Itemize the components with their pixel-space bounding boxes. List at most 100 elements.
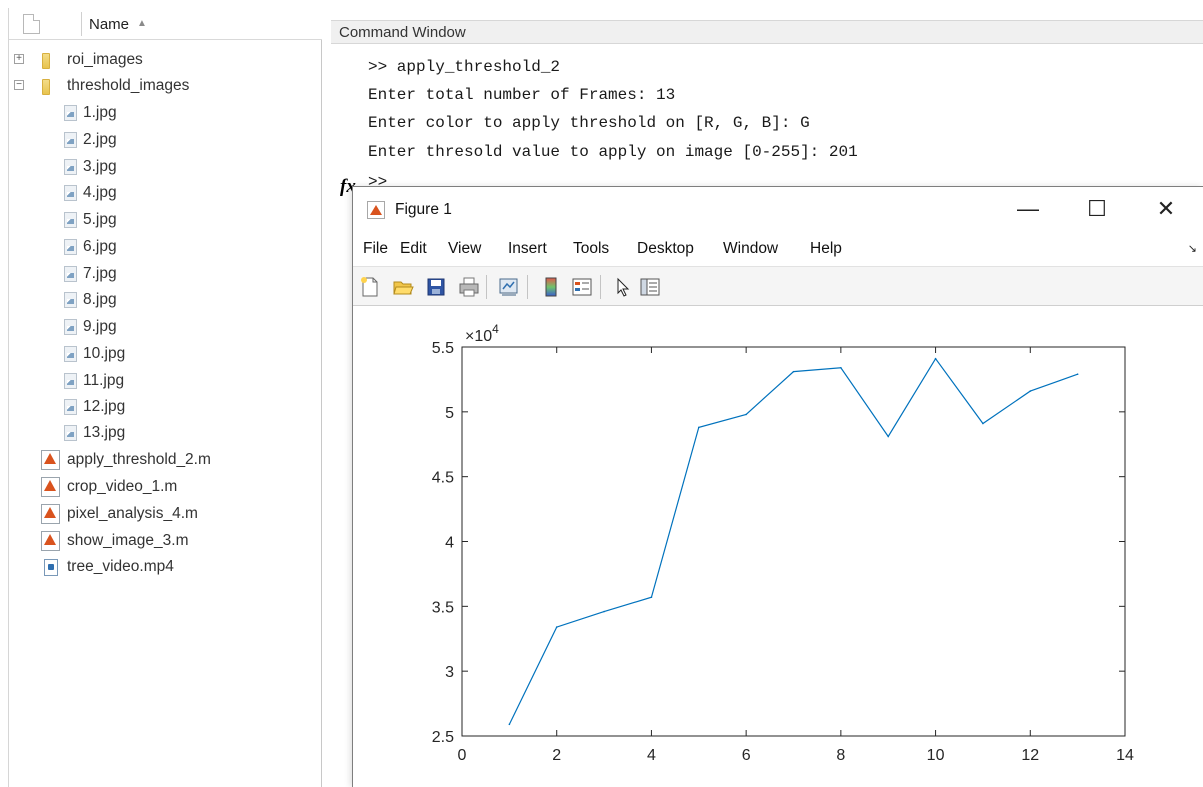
tree-item-label: 7.jpg bbox=[83, 265, 117, 282]
tree-item-jpg[interactable]: 8.jpg bbox=[9, 288, 309, 314]
y-exponent-label: ×104 bbox=[465, 322, 499, 345]
tree-item-label: 2.jpg bbox=[83, 131, 117, 148]
image-file-icon bbox=[64, 239, 77, 255]
figure-window: Figure 1 — ☐ ✕ File Edit View Insert Too… bbox=[352, 186, 1203, 787]
legend-icon[interactable] bbox=[571, 276, 593, 298]
y-tick-label: 4.5 bbox=[432, 470, 454, 487]
tree-item-label: 4.jpg bbox=[83, 184, 117, 201]
tree-item-jpg[interactable]: 2.jpg bbox=[9, 128, 309, 154]
menu-insert[interactable]: Insert bbox=[508, 240, 547, 258]
collapse-icon[interactable]: − bbox=[14, 80, 24, 90]
tree-item-roi-images[interactable]: + roi_images bbox=[9, 48, 309, 74]
tree-item-label: crop_video_1.m bbox=[67, 478, 178, 495]
data-point bbox=[603, 610, 605, 613]
data-point bbox=[745, 413, 747, 416]
close-button[interactable]: ✕ bbox=[1143, 193, 1189, 227]
y-tick-label: 3.5 bbox=[432, 599, 454, 616]
image-file-icon bbox=[64, 399, 77, 415]
tree-item-jpg[interactable]: 13.jpg bbox=[9, 421, 309, 447]
tree-item-jpg[interactable]: 12.jpg bbox=[9, 395, 309, 421]
axes-area[interactable]: 0 2 4 6 8 10 12 14 2.5 3 3.5 4 4.5 5 5.5 ×104 bbox=[353, 307, 1203, 787]
menu-help[interactable]: Help bbox=[810, 240, 842, 258]
dock-arrow-icon[interactable]: ↘ bbox=[1188, 242, 1197, 255]
menu-window[interactable]: Window bbox=[723, 240, 778, 258]
maximize-button[interactable]: ☐ bbox=[1074, 193, 1120, 227]
tree-item-label: show_image_3.m bbox=[67, 532, 189, 549]
tree-item-label: apply_threshold_2.m bbox=[67, 451, 211, 468]
x-tick-label: 0 bbox=[458, 747, 467, 764]
tree-item-video[interactable]: tree_video.mp4 bbox=[9, 555, 309, 581]
column-divider[interactable] bbox=[81, 12, 82, 36]
edit-plot-icon[interactable] bbox=[612, 276, 634, 298]
tree-item-label: 11.jpg bbox=[83, 372, 125, 389]
image-file-icon bbox=[64, 373, 77, 389]
x-tick-label: 8 bbox=[836, 747, 845, 764]
file-list-header[interactable]: Name ▲ bbox=[9, 8, 322, 40]
name-column-label[interactable]: Name bbox=[89, 16, 129, 33]
expand-icon[interactable]: + bbox=[14, 54, 24, 64]
tree-item-jpg[interactable]: 6.jpg bbox=[9, 235, 309, 261]
figure-menu-bar: File Edit View Insert Tools Desktop Wind… bbox=[353, 234, 1203, 266]
tree-item-label: 13.jpg bbox=[83, 424, 126, 441]
figure-toolbar bbox=[353, 266, 1203, 306]
data-point bbox=[1076, 373, 1079, 376]
link-plot-icon[interactable] bbox=[498, 276, 520, 298]
data-point bbox=[840, 366, 842, 369]
tree-item-jpg[interactable]: 9.jpg bbox=[9, 315, 309, 341]
tree-item-jpg[interactable]: 1.jpg bbox=[9, 101, 309, 127]
new-figure-icon[interactable] bbox=[359, 276, 381, 298]
toolbar-separator bbox=[486, 275, 487, 299]
property-inspector-icon[interactable] bbox=[639, 276, 661, 298]
y-tick-label: 3 bbox=[445, 664, 454, 681]
menu-view[interactable]: View bbox=[448, 240, 481, 258]
open-file-icon[interactable] bbox=[392, 276, 414, 298]
tree-item-threshold-images[interactable]: − threshold_images bbox=[9, 74, 309, 100]
tree-item-jpg[interactable]: 5.jpg bbox=[9, 208, 309, 234]
matlab-logo-icon bbox=[367, 201, 385, 219]
tree-item-jpg[interactable]: 11.jpg bbox=[9, 369, 309, 395]
colorbar-icon[interactable] bbox=[540, 276, 562, 298]
command-window-title: Command Window bbox=[331, 20, 1203, 44]
tree-item-label: 1.jpg bbox=[83, 104, 117, 121]
tree-item-label: threshold_images bbox=[67, 77, 190, 94]
data-point bbox=[982, 422, 984, 425]
command-output-line: Enter total number of Frames: 13 bbox=[368, 86, 676, 104]
tree-item-label: 5.jpg bbox=[83, 211, 117, 228]
image-file-icon bbox=[64, 185, 77, 201]
line-chart[interactable]: 0 2 4 6 8 10 12 14 2.5 3 3.5 4 4.5 5 5.5 ×104 bbox=[353, 307, 1203, 787]
save-icon[interactable] bbox=[425, 276, 447, 298]
tree-item-jpg[interactable]: 4.jpg bbox=[9, 181, 309, 207]
menu-edit[interactable]: Edit bbox=[400, 240, 427, 258]
sort-ascending-icon[interactable]: ▲ bbox=[137, 18, 147, 29]
minimize-button[interactable]: — bbox=[1005, 193, 1051, 227]
tree-item-m-file[interactable]: pixel_analysis_4.m bbox=[9, 502, 309, 528]
tree-item-m-file[interactable]: crop_video_1.m bbox=[9, 475, 309, 501]
tree-item-m-file[interactable]: show_image_3.m bbox=[9, 529, 309, 555]
image-file-icon bbox=[64, 346, 77, 362]
image-file-icon bbox=[64, 425, 77, 441]
tree-item-jpg[interactable]: 3.jpg bbox=[9, 155, 309, 181]
tree-item-label: 12.jpg bbox=[83, 398, 126, 415]
tree-item-jpg[interactable]: 7.jpg bbox=[9, 262, 309, 288]
data-point bbox=[1029, 390, 1032, 392]
figure-title-bar[interactable]: Figure 1 — ☐ ✕ bbox=[353, 187, 1203, 234]
command-output-line: Enter color to apply threshold on [R, G,… bbox=[368, 114, 810, 132]
tree-item-label: 3.jpg bbox=[83, 158, 117, 175]
tree-item-m-file[interactable]: apply_threshold_2.m bbox=[9, 448, 309, 474]
x-tick-label: 14 bbox=[1116, 747, 1134, 764]
menu-desktop[interactable]: Desktop bbox=[637, 240, 694, 258]
tree-item-jpg[interactable]: 10.jpg bbox=[9, 342, 309, 368]
print-icon[interactable] bbox=[458, 276, 480, 298]
menu-tools[interactable]: Tools bbox=[573, 240, 609, 258]
tree-item-label: pixel_analysis_4.m bbox=[67, 505, 198, 522]
data-point bbox=[555, 626, 558, 628]
y-tick-label: 2.5 bbox=[432, 729, 454, 746]
data-point bbox=[508, 723, 511, 726]
image-file-icon bbox=[64, 292, 77, 308]
tree-item-label: tree_video.mp4 bbox=[67, 558, 174, 575]
y-tick-label: 5.5 bbox=[432, 340, 454, 357]
image-file-icon bbox=[64, 132, 77, 148]
menu-file[interactable]: File bbox=[363, 240, 388, 258]
matlab-script-icon bbox=[41, 504, 60, 524]
axes: 0 2 4 6 8 10 12 14 2.5 3 3.5 4 4.5 5 5.5 ×104 bbox=[432, 322, 1134, 764]
